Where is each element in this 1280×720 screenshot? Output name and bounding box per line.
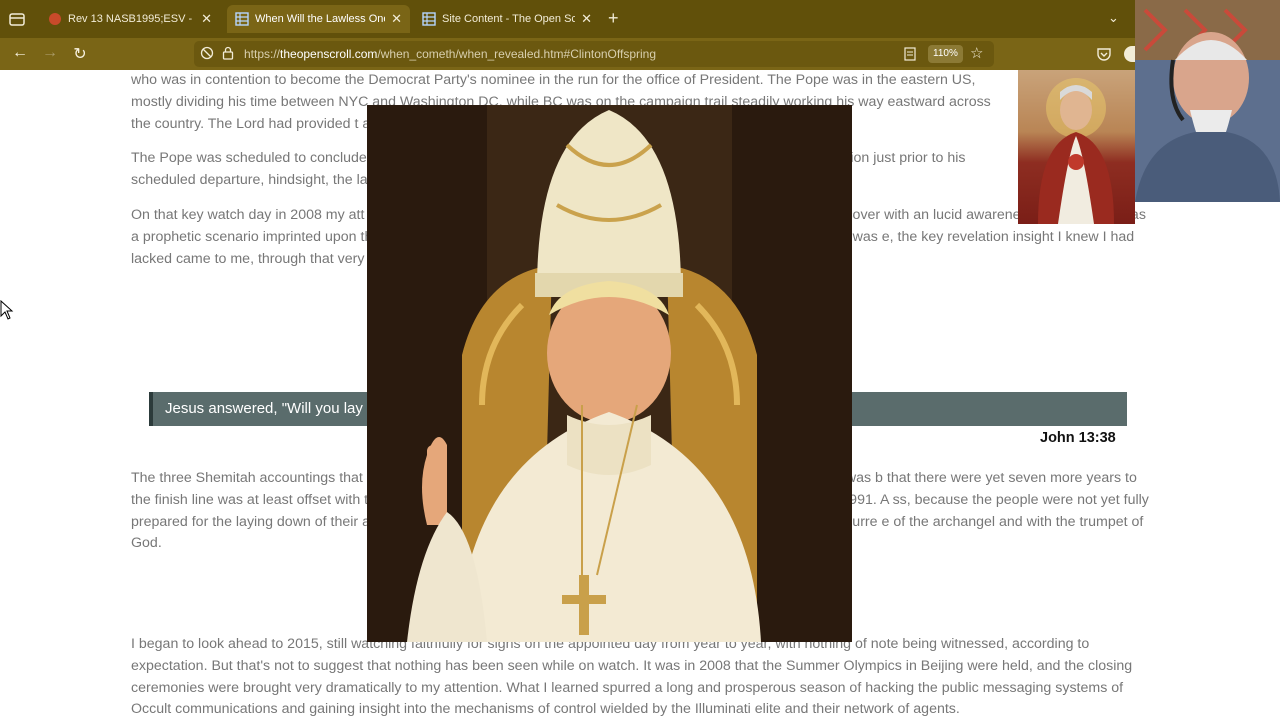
close-tab-icon[interactable]: ✕ — [201, 11, 212, 27]
close-tab-icon[interactable]: ✕ — [391, 11, 402, 27]
lock-icon[interactable] — [222, 46, 234, 60]
url-domain: theopenscroll.com — [280, 47, 378, 61]
close-tab-icon[interactable]: ✕ — [581, 11, 592, 27]
tab-title: When Will the Lawless One be R — [255, 13, 385, 25]
page-grid-icon — [235, 12, 249, 26]
tab-title: Site Content - The Open Scroll — [442, 13, 576, 25]
saint-portrait-image — [1018, 70, 1135, 224]
scripture-reference: John 13:38 — [1040, 430, 1116, 446]
tracking-protection-icon[interactable] — [200, 46, 214, 60]
mouse-cursor-icon — [0, 300, 14, 320]
zoom-level[interactable]: 110% — [928, 45, 963, 63]
bible-site-icon — [49, 13, 61, 25]
reload-icon[interactable]: ↻ — [70, 44, 90, 64]
page-grid-icon — [422, 12, 436, 26]
back-arrow-icon[interactable]: ← — [10, 44, 30, 62]
webcam-video — [1135, 0, 1280, 202]
pocket-icon[interactable] — [1096, 46, 1112, 62]
address-bar[interactable]: https://theopenscroll.com/when_cometh/wh… — [194, 41, 994, 67]
tab-bar: Rev 13 NASB1995;ESV - The Be ✕ When Will… — [0, 0, 1280, 38]
tab-lawless-one[interactable]: When Will the Lawless One be R ✕ — [227, 5, 410, 33]
tab-actions-icon[interactable] — [8, 10, 26, 28]
url-text: https://theopenscroll.com/when_cometh/wh… — [244, 47, 656, 61]
pope-portrait-image — [367, 105, 852, 642]
bookmark-star-icon[interactable]: ☆ — [970, 44, 983, 62]
url-prefix: https:// — [244, 47, 281, 61]
reader-view-icon[interactable] — [904, 47, 916, 61]
chevron-down-icon[interactable]: ⌄ — [1108, 10, 1119, 26]
url-path: /when_cometh/when_revealed.htm#ClintonOf… — [377, 47, 657, 61]
tab-title: Rev 13 NASB1995;ESV - The Be — [68, 13, 195, 25]
tab-rev13[interactable]: Rev 13 NASB1995;ESV - The Be ✕ — [40, 5, 220, 33]
tab-site-content[interactable]: Site Content - The Open Scroll ✕ — [414, 5, 600, 33]
new-tab-plus-icon[interactable]: + — [608, 8, 619, 29]
paragraph: I began to look ahead to 2015, still wat… — [131, 636, 1133, 718]
forward-arrow-icon[interactable]: → — [40, 44, 60, 62]
navigation-bar: ← → ↻ https://theopenscroll.com/when_com… — [0, 38, 1280, 70]
